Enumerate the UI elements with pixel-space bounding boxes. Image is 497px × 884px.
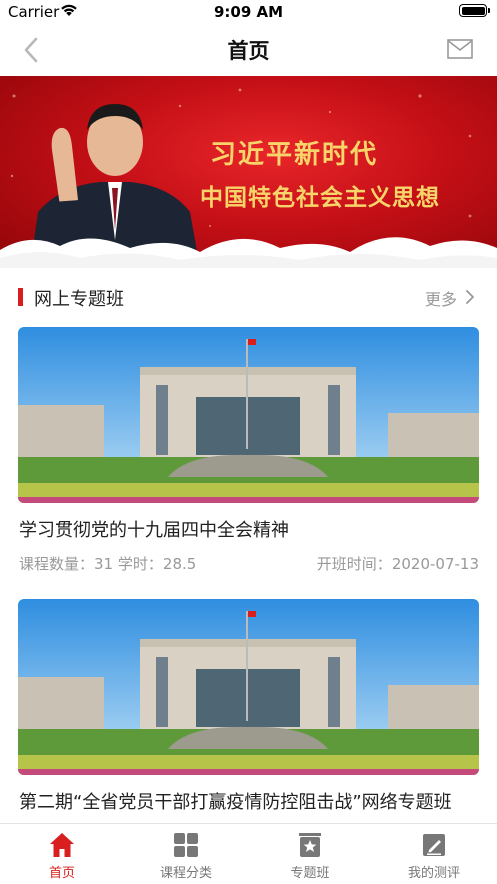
- section-header: 网上专题班 更多: [18, 284, 479, 312]
- status-bar: Carrier 9:09 AM: [0, 0, 497, 24]
- tab-label: 我的测评: [407, 866, 460, 881]
- course-image: [18, 599, 479, 775]
- edit-note-icon: [423, 834, 445, 856]
- course-count-label: 课程数量：: [19, 555, 95, 573]
- start-date-value: 2020-07-13: [391, 555, 479, 573]
- tab-label: 首页: [48, 866, 75, 881]
- course-meta: 课程数量：31 学时：28.5 开班时间：2020-07-13: [19, 553, 479, 574]
- tab-label: 课程分类: [159, 866, 212, 881]
- course-image: [18, 327, 479, 503]
- tab-bar: 首页 课程分类 专题班 我的测评: [0, 823, 497, 884]
- page-title: 首页: [227, 39, 270, 63]
- tab-home[interactable]: 首页: [0, 824, 124, 884]
- course-start-date: 开班时间：2020-07-13: [317, 553, 479, 574]
- course-title[interactable]: 第二期“全省党员干部打赢疫情防控阻击战”网络专题班: [19, 788, 474, 814]
- building-photo: [18, 599, 479, 775]
- navigation-bar: 首页: [0, 24, 497, 76]
- course-hours-label: 学时：: [117, 555, 163, 573]
- building-photo: [18, 327, 479, 503]
- course-title[interactable]: 学习贯彻党的十九届四中全会精神: [19, 516, 474, 542]
- section-title: 网上专题班: [34, 289, 124, 310]
- clock: 9:09 AM: [213, 3, 284, 21]
- star-board-icon: [299, 833, 321, 857]
- banner-subheadline: 中国特色社会主义思想: [200, 184, 440, 211]
- tab-special-classes[interactable]: 专题班: [248, 824, 372, 884]
- tab-categories[interactable]: 课程分类: [124, 824, 248, 884]
- course-hours: 28.5: [162, 555, 197, 573]
- battery-icon: [459, 4, 490, 17]
- cloud-decoration: [0, 237, 497, 268]
- section-accent-bar: [18, 288, 23, 306]
- home-icon: [50, 833, 74, 857]
- course-count: 31: [94, 555, 114, 573]
- tab-my-assessment[interactable]: 我的测评: [372, 824, 496, 884]
- more-link[interactable]: 更多: [425, 286, 457, 310]
- start-date-label: 开班时间：: [316, 555, 392, 573]
- banner-headline: 习近平新时代: [210, 140, 379, 170]
- grid-icon: [174, 833, 198, 857]
- hero-banner[interactable]: 习近平新时代 中国特色社会主义思想: [0, 76, 497, 268]
- course-card[interactable]: 学习贯彻党的十九届四中全会精神 课程数量：31 学时：28.5 开班时间：202…: [18, 327, 479, 577]
- mail-icon[interactable]: [447, 39, 473, 59]
- course-card[interactable]: 第二期“全省党员干部打赢疫情防控阻击战”网络专题班: [18, 599, 479, 819]
- chevron-right-icon[interactable]: [465, 290, 475, 304]
- tab-label: 专题班: [290, 866, 330, 881]
